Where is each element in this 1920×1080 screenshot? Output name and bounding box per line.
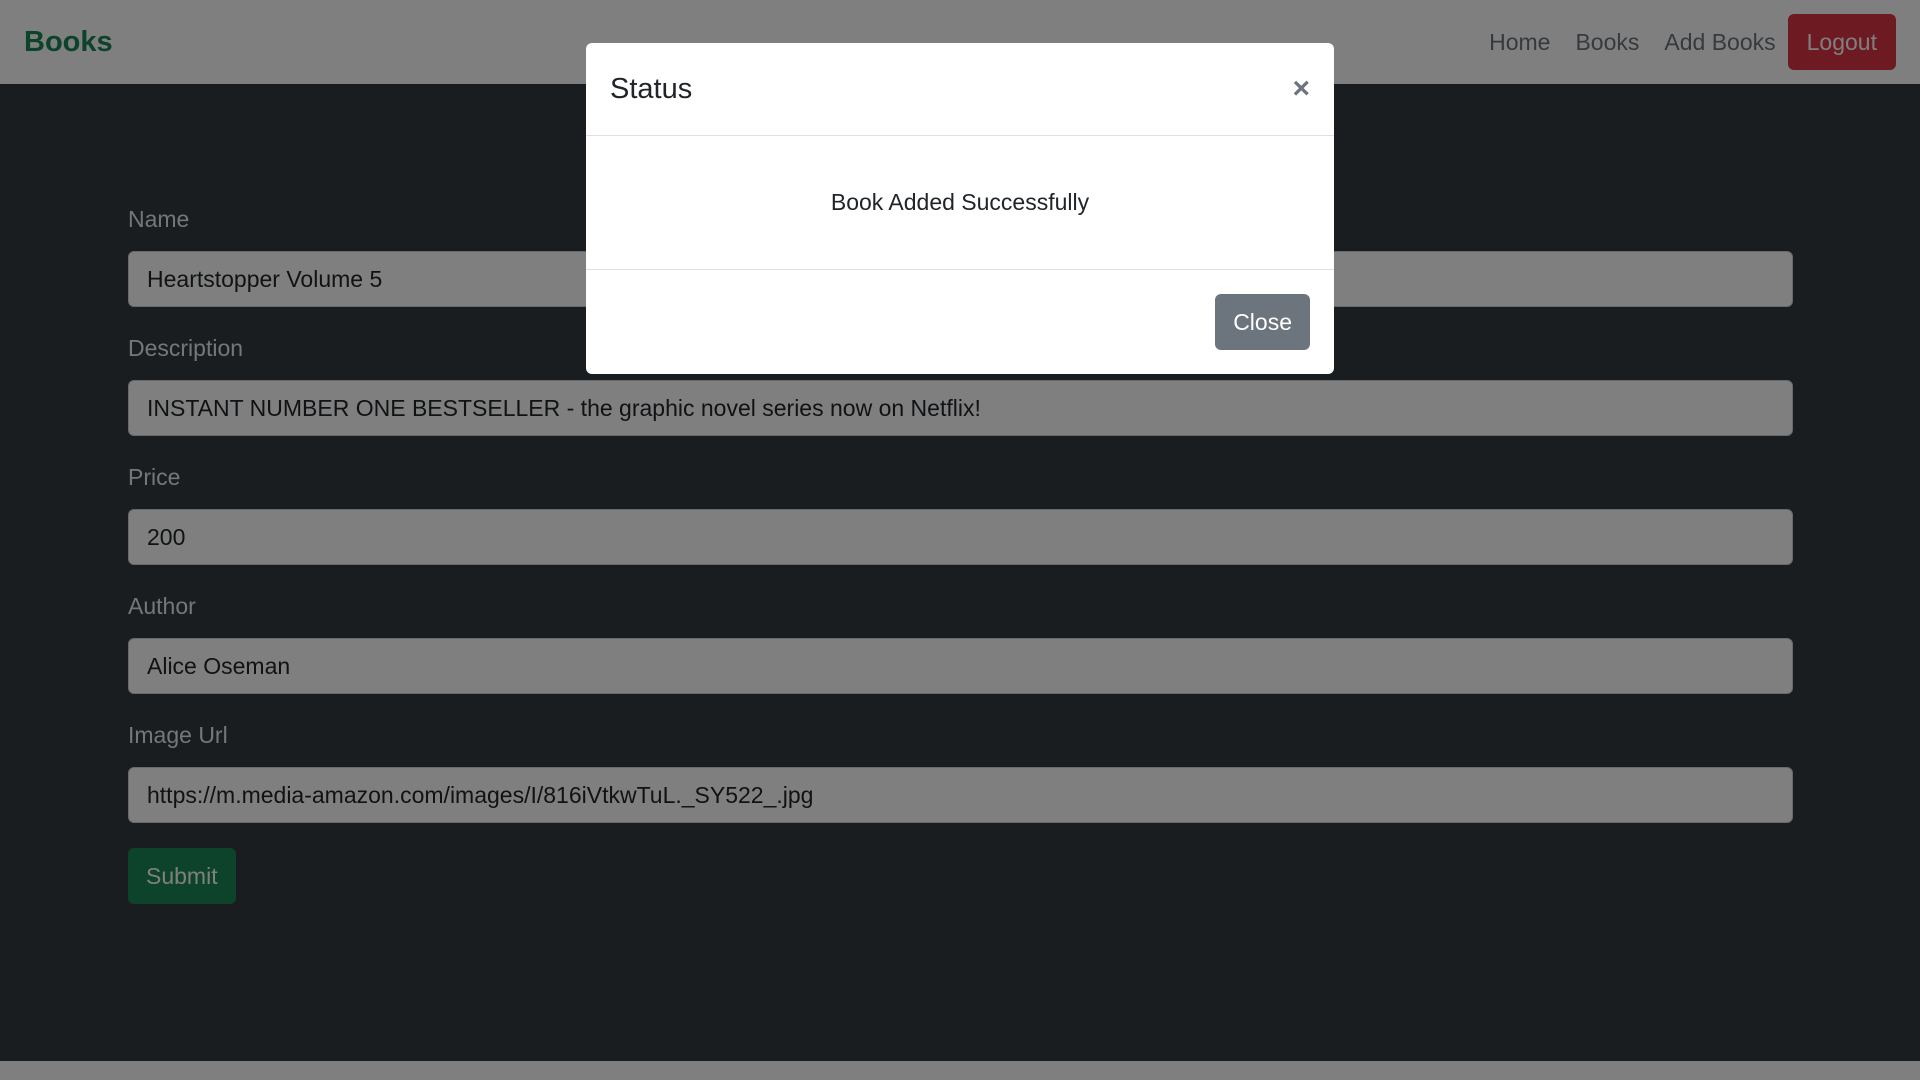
modal-header: Status × — [586, 43, 1334, 136]
status-message: Book Added Successfully — [830, 189, 1090, 215]
modal-body: Book Added Successfully — [586, 136, 1334, 270]
status-modal: Status × Book Added Successfully Close — [586, 43, 1334, 374]
modal-title: Status — [610, 72, 693, 105]
modal-footer: Close — [586, 270, 1334, 374]
close-button[interactable]: Close — [1215, 294, 1310, 350]
close-icon[interactable]: × — [1292, 74, 1310, 104]
